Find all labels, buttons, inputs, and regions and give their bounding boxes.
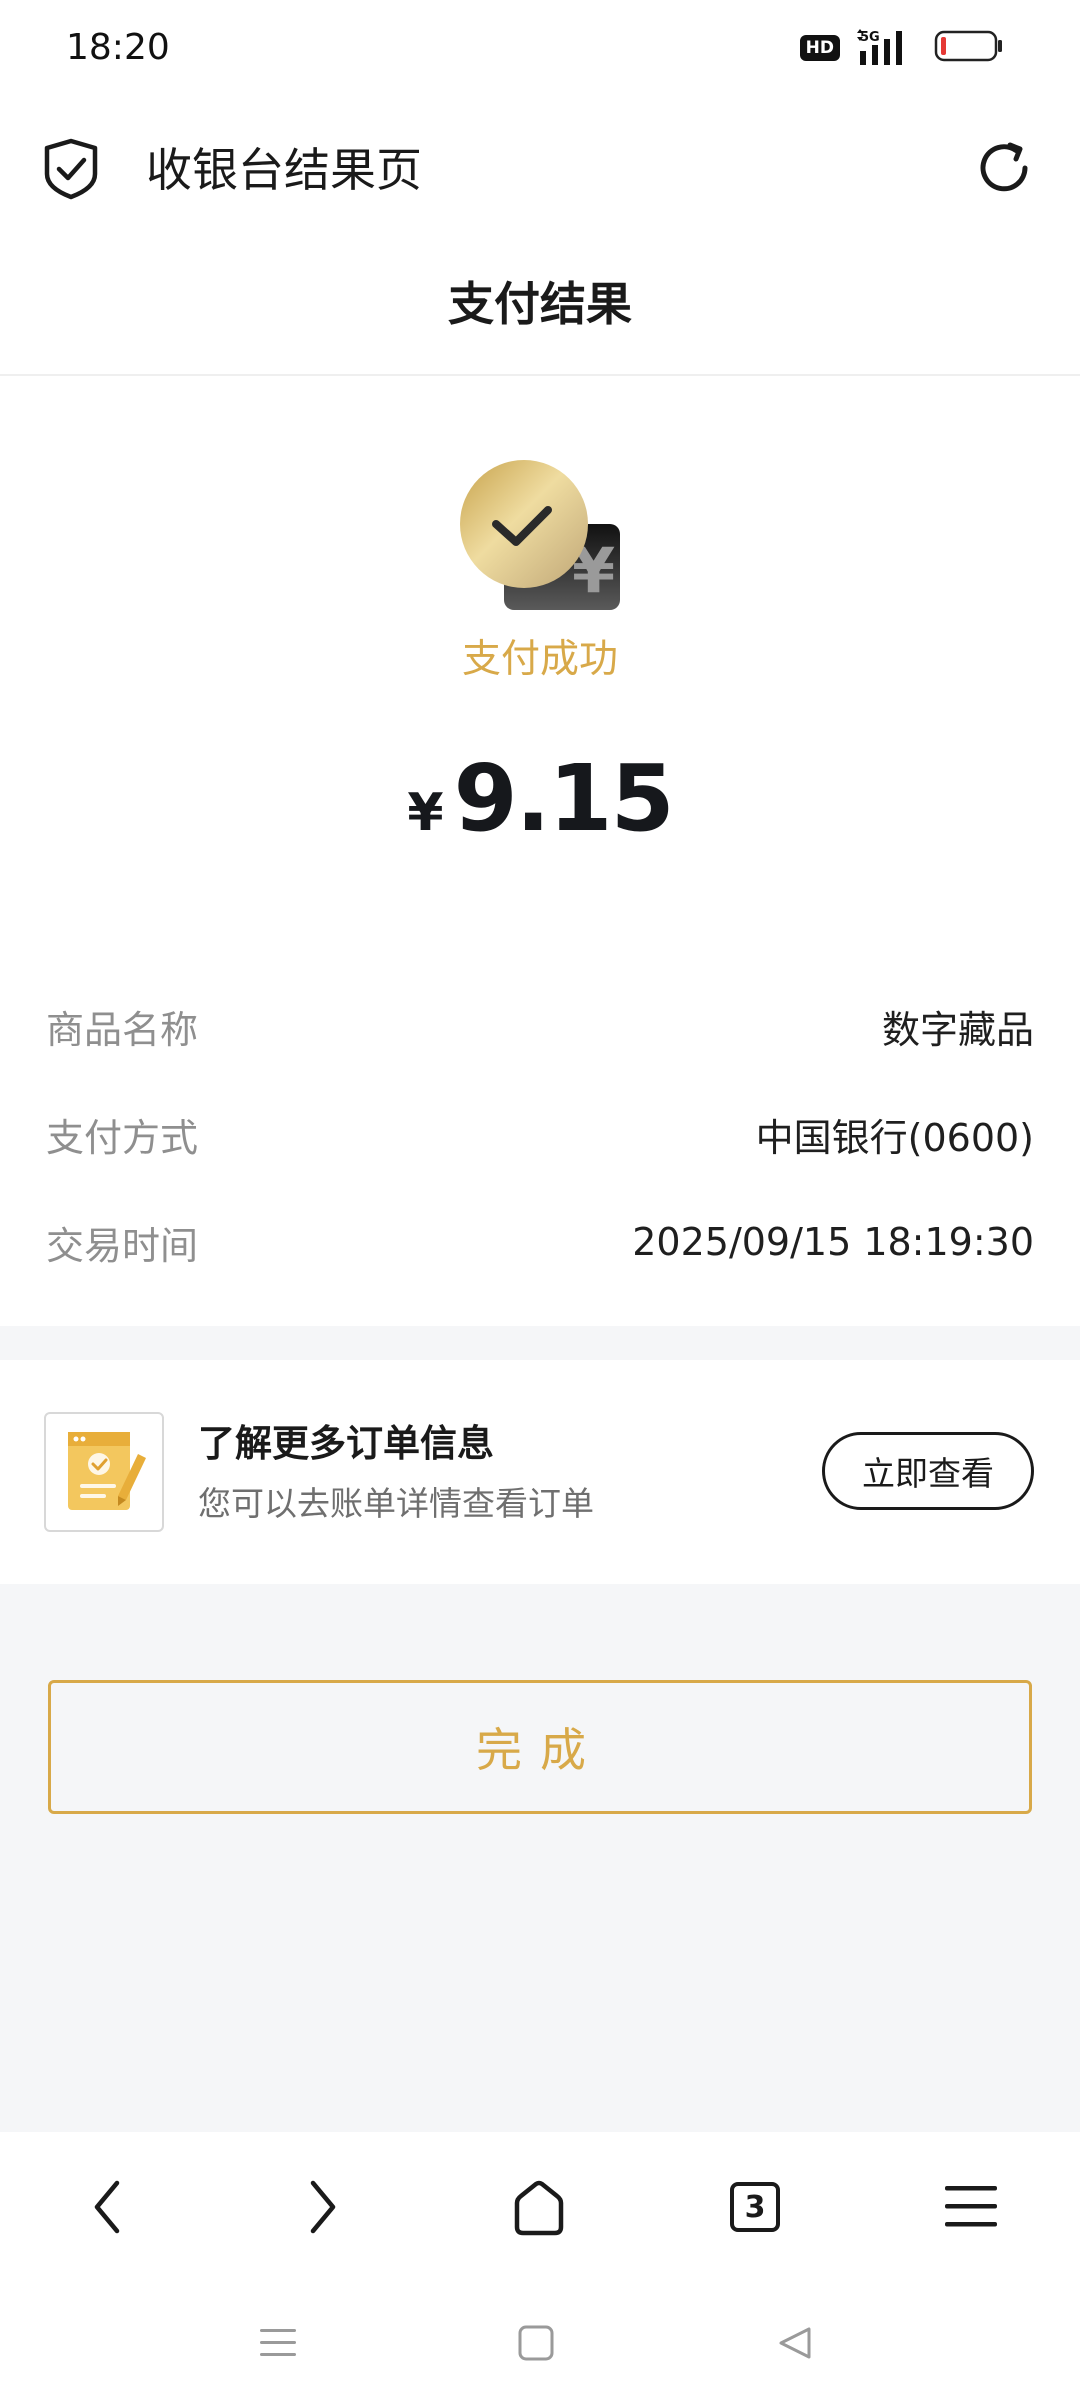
reload-icon[interactable]	[972, 136, 1036, 200]
status-icons: HD 5G	[799, 28, 1004, 68]
status-time: 18:20	[66, 27, 170, 68]
forward-icon[interactable]	[288, 2172, 358, 2242]
status-bar: 18:20 HD 5G	[0, 0, 1080, 100]
detail-label: 交易时间	[46, 1223, 199, 1268]
battery-low-icon	[934, 29, 1004, 67]
detail-row-payment-method: 支付方式 中国银行(0600)	[46, 1106, 1034, 1162]
detail-value: 中国银行(0600)	[755, 1115, 1034, 1160]
order-info-title: 了解更多订单信息	[198, 1422, 494, 1465]
detail-value: 2025/09/15 18:19:30	[632, 1220, 1034, 1264]
section-divider	[0, 1326, 1080, 1360]
page-header: 支付结果	[0, 240, 1080, 376]
tab-count: 3	[730, 2182, 780, 2232]
detail-label: 商品名称	[46, 1007, 199, 1052]
menu-icon[interactable]	[936, 2172, 1006, 2242]
recent-apps-icon[interactable]	[253, 2318, 303, 2368]
browser-header: 收银台结果页	[0, 100, 1080, 240]
bottom-area: 完成	[0, 1584, 1080, 2132]
page-title: 支付结果	[448, 277, 632, 331]
payment-success-icon: ¥	[456, 452, 626, 612]
order-info-subtitle: 您可以去账单详情查看订单	[198, 1484, 594, 1523]
payment-status: 支付成功	[461, 637, 618, 682]
hd-icon: HD	[799, 35, 840, 61]
shield-check-icon[interactable]	[42, 138, 100, 200]
browser-nav-bar: 3	[0, 2132, 1080, 2278]
detail-row-transaction-time: 交易时间 2025/09/15 18:19:30	[46, 1214, 1034, 1270]
order-document-icon	[44, 1412, 164, 1532]
browser-title: 收银台结果页	[146, 143, 422, 197]
tabs-icon[interactable]: 3	[720, 2172, 790, 2242]
done-button[interactable]: 完成	[48, 1680, 1032, 1814]
home-square-icon[interactable]	[511, 2318, 561, 2368]
detail-label: 支付方式	[46, 1115, 199, 1160]
home-icon[interactable]	[504, 2172, 574, 2242]
back-icon[interactable]	[72, 2172, 142, 2242]
currency-symbol: ¥	[407, 783, 444, 843]
order-info-card: 了解更多订单信息 您可以去账单详情查看订单 立即查看	[0, 1360, 1080, 1584]
5g-signal-icon: 5G	[854, 29, 920, 65]
detail-row-product: 商品名称 数字藏品	[46, 998, 1034, 1054]
amount-value: 9.15	[453, 745, 675, 852]
payment-amount: ¥9.15	[0, 745, 1080, 852]
back-triangle-icon[interactable]	[770, 2318, 820, 2368]
view-now-button[interactable]: 立即查看	[822, 1432, 1034, 1510]
svg-text:5G: 5G	[860, 30, 880, 45]
detail-value: 数字藏品	[881, 1007, 1034, 1052]
system-nav-bar	[0, 2278, 1080, 2408]
